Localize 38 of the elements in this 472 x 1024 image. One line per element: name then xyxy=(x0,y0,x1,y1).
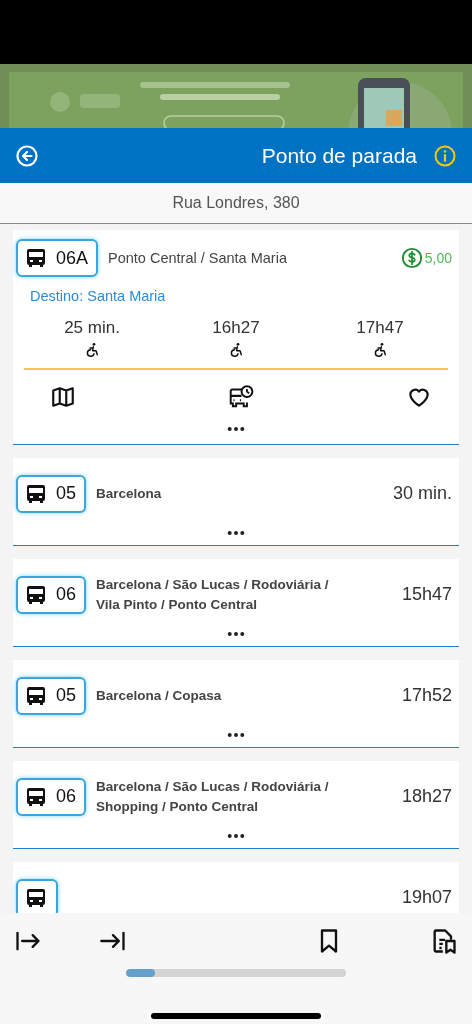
departure-time: 25 min. xyxy=(64,318,120,338)
departure-time: 16h27 xyxy=(212,318,260,338)
fare-amount: 5,00 xyxy=(424,250,452,266)
stop-address: Rua Londres, 380 xyxy=(172,194,300,212)
route-name: Barcelona xyxy=(96,484,163,503)
route-code: 06 xyxy=(56,786,77,807)
next-departure: 19h07 xyxy=(401,887,452,908)
route-name: Barcelona / São Lucas / Rodoviária / Shopping / Ponto Central xyxy=(96,777,330,816)
bus-icon xyxy=(24,246,48,270)
more-icon[interactable] xyxy=(227,425,245,432)
route-code: 06 xyxy=(56,584,77,605)
screen-title: Ponto de parada xyxy=(261,143,417,168)
more-icon[interactable] xyxy=(227,630,245,637)
next-departure: 18h27 xyxy=(401,786,452,807)
destination: Destino: Santa Maria xyxy=(30,288,167,304)
route-card[interactable]: 05 Barcelona / Copasa 17h52 xyxy=(13,659,459,748)
route-card[interactable]: 06 Barcelona / São Lucas / Rodoviária / Shopping / Ponto Central 18h27 xyxy=(13,760,459,849)
route-code: 06A xyxy=(56,247,89,269)
route-name: Barcelona / São Lucas / Rodoviária / Vila Pinto / Ponto Central xyxy=(96,575,330,614)
more-icon[interactable] xyxy=(227,832,245,839)
dollar-icon xyxy=(400,247,423,269)
route-card[interactable]: 06A Ponto Central / Santa Maria 5,00 Destino: Santa Maria 25 min. 16h27 17h47 xyxy=(13,230,459,445)
route-card[interactable]: 05 Barcelona 30 min. xyxy=(13,457,459,546)
next-departure: 30 min. xyxy=(392,483,452,504)
next-departure: 15h47 xyxy=(401,584,452,605)
route-name: Ponto Central / Santa Maria xyxy=(108,249,288,268)
route-name: Barcelona / Copasa xyxy=(96,686,223,705)
route-card[interactable]: 19h07 xyxy=(13,861,459,913)
more-icon[interactable] xyxy=(227,529,245,536)
back-icon[interactable] xyxy=(15,143,39,168)
route-code: 05 xyxy=(56,685,77,706)
info-icon[interactable] xyxy=(433,143,457,168)
bus-clock-icon[interactable] xyxy=(228,383,254,410)
more-icon[interactable] xyxy=(227,731,245,738)
departure-time: 17h47 xyxy=(356,318,404,338)
route-code: 05 xyxy=(56,483,77,504)
next-departure: 17h52 xyxy=(401,685,452,706)
route-card[interactable]: 06 Barcelona / São Lucas / Rodoviária / Vila Pinto / Ponto Central 15h47 xyxy=(13,558,459,647)
